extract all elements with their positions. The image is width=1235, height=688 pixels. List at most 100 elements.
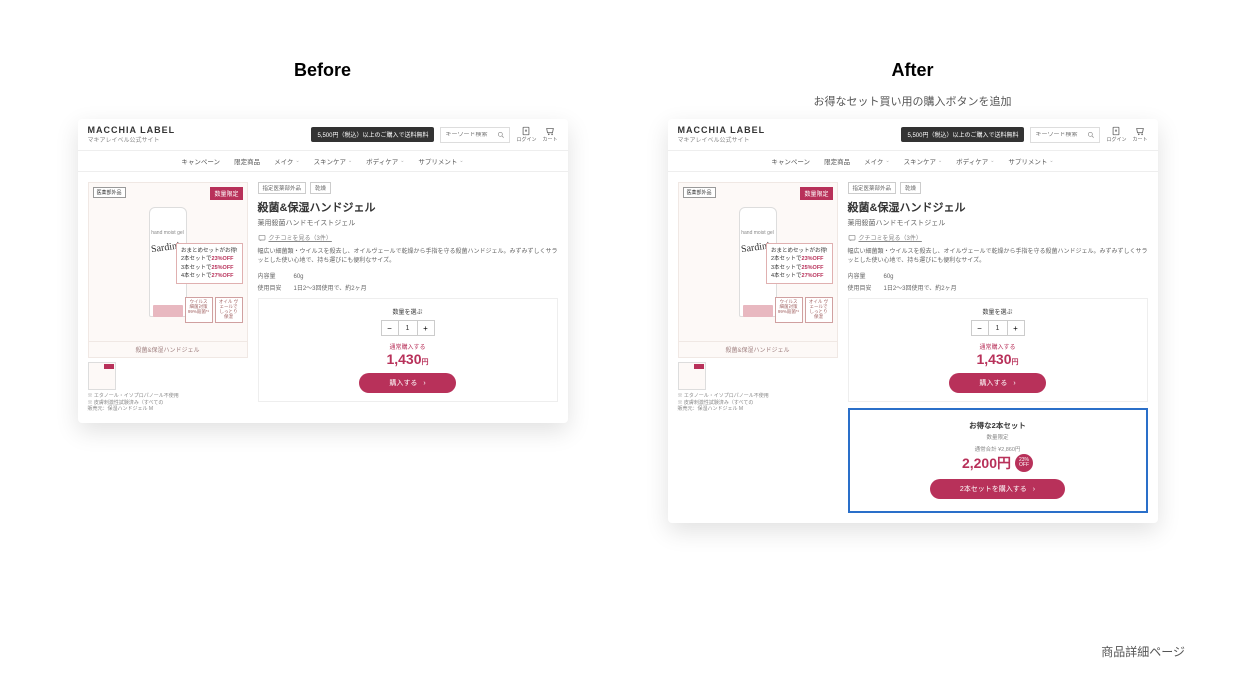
qty-plus-button[interactable]: + xyxy=(1008,321,1024,335)
logo[interactable]: MACCHIA LABEL マキアレイベル公式サイト xyxy=(88,125,176,144)
shipping-banner: 5,500円（税込）以上のご購入で送料無料 xyxy=(311,127,434,142)
nav-campaign[interactable]: キャンペーン xyxy=(181,156,220,166)
search-icon xyxy=(497,130,505,140)
after-title: After xyxy=(668,60,1158,81)
after-section: After お得なセット買い用の購入ボタンを追加 MACCHIA LABEL マ… xyxy=(668,60,1158,523)
chevron-down-icon: ⌄ xyxy=(938,158,942,164)
product-gallery: 医薬部外品 数量限定 hand moist gel Sardinia おまとめセ… xyxy=(88,182,248,413)
reviews-link[interactable]: クチコミを見る（3件） xyxy=(258,233,558,242)
qty-minus-button[interactable]: − xyxy=(382,321,398,335)
nav-skincare[interactable]: スキンケア⌄ xyxy=(314,156,353,166)
nav-skincare[interactable]: スキンケア⌄ xyxy=(904,156,943,166)
tag-category[interactable]: 指定医薬部外品 xyxy=(848,182,897,194)
nav-bodycare[interactable]: ボディケア⌄ xyxy=(956,156,994,166)
review-icon xyxy=(258,234,266,242)
spec-volume: 内容量60g xyxy=(848,271,1148,280)
product-name: 殺菌&保湿ハンドジェル xyxy=(258,199,558,215)
footnote: ※ エタノール・イソプロパノール不使用 ※ 皮膚刺激性試験済み（すべての 販売元… xyxy=(678,393,838,413)
search-input[interactable] xyxy=(1030,127,1100,143)
tag-concern[interactable]: 乾燥 xyxy=(310,182,331,194)
footnote: ※ エタノール・イソプロパノール不使用 ※ 皮膚刺激性試験済み（すべての 販売元… xyxy=(88,393,248,413)
page-label: 商品詳細ページ xyxy=(1101,643,1185,660)
set-buy-button[interactable]: 2本セットを購入する› xyxy=(930,479,1065,499)
thumbnail[interactable] xyxy=(88,362,116,390)
before-section: Before MACCHIA LABEL マキアレイベル公式サイト 5,500円… xyxy=(78,60,568,523)
spec-usage: 使用目安1日2～3回使用で、約2ヶ月 xyxy=(848,283,1148,292)
purchase-box: 数量を選ぶ − 1 + 通常購入する 1,430円 購入する› xyxy=(258,298,558,402)
buy-button[interactable]: 購入する› xyxy=(949,373,1045,393)
qty-minus-button[interactable]: − xyxy=(972,321,988,335)
main-nav: キャンペーン 限定商品 メイク⌄ スキンケア⌄ ボディケア⌄ サプリメント⌄ xyxy=(78,151,568,172)
qty-stepper: − 1 + xyxy=(971,320,1025,336)
nav-limited[interactable]: 限定商品 xyxy=(824,156,850,166)
search-icon xyxy=(1087,130,1095,140)
login-button[interactable]: ログイン xyxy=(1106,126,1126,143)
tag-concern[interactable]: 乾燥 xyxy=(900,182,921,194)
product-info: 指定医薬部外品 乾燥 殺菌&保湿ハンドジェル 薬用殺菌ハンドモイストジェル クチ… xyxy=(848,182,1148,513)
qty-label: 数量を選ぶ xyxy=(857,307,1139,316)
qty-stepper: − 1 + xyxy=(381,320,435,336)
review-icon xyxy=(848,234,856,242)
nav-campaign[interactable]: キャンペーン xyxy=(771,156,810,166)
product-description: 幅広い細菌類・ウイルスを殺去し、オイルヴェールで乾燥から手指を守る殺菌ハンドジェ… xyxy=(848,248,1148,265)
qty-plus-button[interactable]: + xyxy=(418,321,434,335)
set-limited-label: 数量限定 xyxy=(858,433,1138,441)
nav-make[interactable]: メイク⌄ xyxy=(864,156,890,166)
chevron-right-icon: › xyxy=(1033,486,1035,493)
image-caption: 殺菌&保湿ハンドジェル xyxy=(88,342,248,358)
nav-supplement[interactable]: サプリメント⌄ xyxy=(1008,156,1053,166)
qty-value: 1 xyxy=(398,321,418,335)
nav-supplement[interactable]: サプリメント⌄ xyxy=(418,156,463,166)
badge-limited: 数量限定 xyxy=(800,187,832,200)
chevron-down-icon: ⌄ xyxy=(295,158,299,164)
thumbnail[interactable] xyxy=(678,362,706,390)
badge-quasi-drug: 医薬部外品 xyxy=(683,187,716,198)
badge-quasi-drug: 医薬部外品 xyxy=(93,187,126,198)
site-header: MACCHIA LABEL マキアレイベル公式サイト 5,500円（税込）以上の… xyxy=(668,119,1158,151)
set-purchase-box: お得な2本セット 数量限定 通常合計 ¥2,860円 2,200円 23% OF… xyxy=(848,408,1148,513)
chevron-down-icon: ⌄ xyxy=(990,158,994,164)
nav-make[interactable]: メイク⌄ xyxy=(274,156,300,166)
after-screenshot: MACCHIA LABEL マキアレイベル公式サイト 5,500円（税込）以上の… xyxy=(668,119,1158,523)
cart-icon xyxy=(545,126,555,136)
cart-button[interactable]: カート xyxy=(542,126,557,143)
login-icon xyxy=(1111,126,1121,136)
spec-volume: 内容量60g xyxy=(258,271,558,280)
price: 1,430円 xyxy=(857,351,1139,367)
price-label: 通常購入する xyxy=(857,342,1139,351)
tag-category[interactable]: 指定医薬部外品 xyxy=(258,182,307,194)
qty-value: 1 xyxy=(988,321,1008,335)
badge-limited: 数量限定 xyxy=(210,187,242,200)
set-title: お得な2本セット xyxy=(858,420,1138,431)
bundle-promo-box: おまとめセットがお得! 2本セットで23%OFF 3本セットで25%OFF 4本… xyxy=(766,243,833,284)
login-button[interactable]: ログイン xyxy=(516,126,536,143)
product-gallery: 医薬部外品 数量限定 hand moist gel Sardinia おまとめセ… xyxy=(678,182,838,513)
reviews-link[interactable]: クチコミを見る（3件） xyxy=(848,233,1148,242)
bundle-promo-box: おまとめセットがお得! 2本セットで23%OFF 3本セットで25%OFF 4本… xyxy=(176,243,243,284)
product-name: 殺菌&保湿ハンドジェル xyxy=(848,199,1148,215)
before-title: Before xyxy=(78,60,568,81)
chevron-down-icon: ⌄ xyxy=(348,158,352,164)
shipping-banner: 5,500円（税込）以上のご購入で送料無料 xyxy=(901,127,1024,142)
feature-badges: ウイルス 細菌対策 99%殺菌*¹ オイル ヴェールで しっとり保湿 xyxy=(775,297,833,323)
logo[interactable]: MACCHIA LABEL マキアレイベル公式サイト xyxy=(678,125,766,144)
product-info: 指定医薬部外品 乾燥 殺菌&保湿ハンドジェル 薬用殺菌ハンドモイストジェル クチ… xyxy=(258,182,558,413)
search-input[interactable] xyxy=(440,127,510,143)
set-original-price: 通常合計 ¥2,860円 xyxy=(858,445,1138,453)
image-caption: 殺菌&保湿ハンドジェル xyxy=(678,342,838,358)
buy-button[interactable]: 購入する› xyxy=(359,373,455,393)
after-caption: お得なセット買い用の購入ボタンを追加 xyxy=(668,93,1158,109)
chevron-down-icon: ⌄ xyxy=(459,158,463,164)
main-nav: キャンペーン 限定商品 メイク⌄ スキンケア⌄ ボディケア⌄ サプリメント⌄ xyxy=(668,151,1158,172)
nav-bodycare[interactable]: ボディケア⌄ xyxy=(366,156,404,166)
cart-button[interactable]: カート xyxy=(1132,126,1147,143)
feature-badges: ウイルス 細菌対策 99%殺菌*¹ オイル ヴェールで しっとり保湿 xyxy=(185,297,243,323)
product-image[interactable]: 医薬部外品 数量限定 hand moist gel Sardinia おまとめセ… xyxy=(88,182,248,342)
cart-icon xyxy=(1135,126,1145,136)
spec-usage: 使用目安1日2～3回使用で、約2ヶ月 xyxy=(258,283,558,292)
chevron-right-icon: › xyxy=(1013,380,1015,387)
product-image[interactable]: 医薬部外品 数量限定 hand moist gel Sardinia おまとめセ… xyxy=(678,182,838,342)
nav-limited[interactable]: 限定商品 xyxy=(234,156,260,166)
qty-label: 数量を選ぶ xyxy=(267,307,549,316)
price-label: 通常購入する xyxy=(267,342,549,351)
